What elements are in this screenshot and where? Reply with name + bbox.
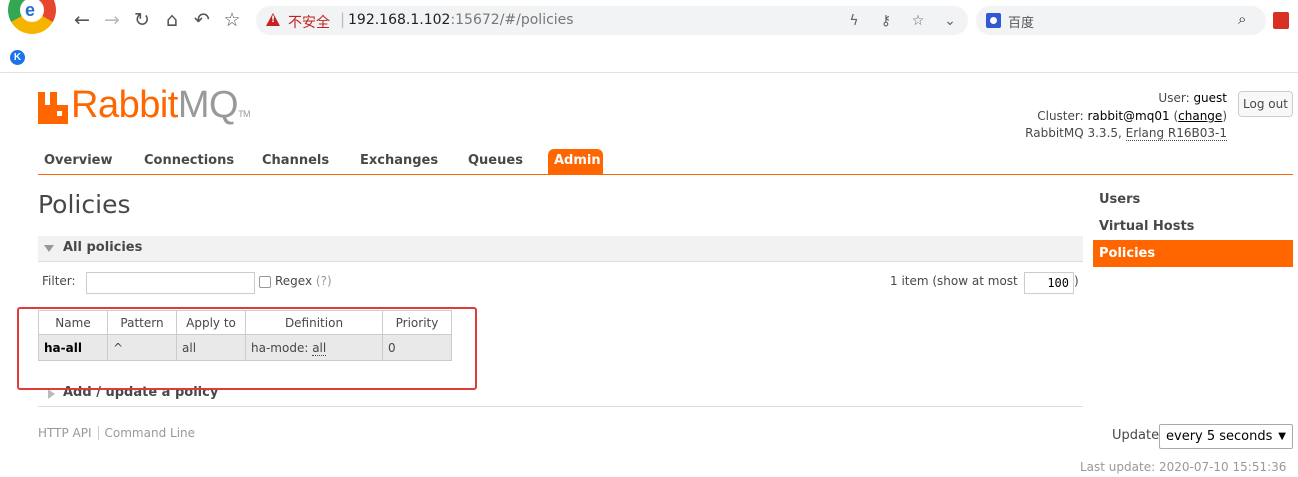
tab-exchanges[interactable]: Exchanges	[360, 149, 438, 175]
logo-tm: TM	[238, 109, 251, 119]
user-value: guest	[1193, 91, 1227, 105]
back-arrow-icon[interactable]: ←	[71, 9, 93, 31]
url-text[interactable]: 192.168.1.102:15672/#/policies	[348, 12, 574, 28]
star-icon[interactable]: ☆	[908, 11, 928, 31]
regex-label: Regex	[275, 274, 313, 288]
logout-button[interactable]: Log out	[1238, 91, 1293, 117]
regex-help-link[interactable]: (?)	[316, 274, 332, 288]
browser-toolbar: e ← → ↻ ⌂ ↶ ☆ 不安全 | 192.168.1.102:15672/…	[0, 0, 1298, 41]
filter-input[interactable]	[86, 272, 255, 294]
command-line-link[interactable]: Command Line	[97, 426, 196, 440]
sidebar-item-policies[interactable]: Policies	[1093, 240, 1293, 267]
browser-logo-icon: e	[8, 0, 56, 34]
limit-close-paren: )	[1074, 274, 1079, 288]
sidebar-item-virtual-hosts[interactable]: Virtual Hosts	[1093, 213, 1293, 240]
tab-admin[interactable]: Admin	[548, 149, 603, 175]
tab-queues[interactable]: Queues	[468, 149, 523, 175]
logo-rabbit: Rabbit	[71, 84, 178, 126]
update-interval-select[interactable]: every 5 seconds ▼	[1159, 424, 1293, 449]
search-icon[interactable]: ⌕	[1238, 10, 1246, 28]
bookmark-k-icon[interactable]: K	[10, 50, 25, 65]
page-title: Policies	[38, 190, 131, 219]
warning-icon	[266, 13, 280, 26]
last-update: Last update: 2020-07-10 15:51:36	[1080, 460, 1287, 474]
cluster-value: rabbit@mq01	[1087, 108, 1170, 123]
item-count: 1 item (show at most	[890, 274, 1018, 288]
cluster-label: Cluster:	[1037, 108, 1084, 123]
footer-links: HTTP API Command Line	[38, 426, 196, 440]
regex-label-wrap: Regex (?)	[275, 274, 332, 288]
highlight-annotation	[17, 307, 477, 390]
search-engine-label: 百度	[1008, 16, 1035, 31]
address-bar[interactable]: 不安全 | 192.168.1.102:15672/#/policies ϟ ⚷…	[256, 6, 968, 35]
sidebar-item-users[interactable]: Users	[1093, 186, 1293, 213]
update-label: Update	[1112, 428, 1160, 443]
tab-channels[interactable]: Channels	[262, 149, 329, 175]
chevron-down-icon[interactable]: ⌄	[940, 11, 960, 31]
baidu-paw-icon	[986, 13, 1001, 28]
main-tabs: Overview Connections Channels Exchanges …	[38, 148, 1293, 175]
http-api-link[interactable]: HTTP API	[38, 426, 98, 440]
url-path: :15672/#/policies	[450, 12, 574, 28]
erlang-version: Erlang R16B03-1	[1125, 126, 1227, 141]
search-box[interactable]: 百度 ⌕	[976, 6, 1266, 35]
user-label: User:	[1158, 91, 1190, 105]
logo-mq: MQ	[177, 84, 239, 126]
home-icon[interactable]: ⌂	[161, 9, 183, 31]
change-cluster-link[interactable]: change	[1178, 109, 1222, 123]
triangle-right-icon	[48, 389, 55, 399]
all-policies-title: All policies	[63, 240, 143, 255]
undo-icon[interactable]: ↶	[191, 9, 213, 31]
login-info: User: guest Cluster: rabbit@mq01 (change…	[1025, 91, 1227, 141]
filter-label: Filter:	[42, 274, 76, 288]
logo-text: RabbitMQTM	[71, 84, 251, 127]
lightning-icon[interactable]: ϟ	[844, 11, 864, 31]
bookmarks-bar: K	[0, 41, 1298, 73]
version-label: RabbitMQ 3.3.5,	[1025, 126, 1122, 140]
url-host: 192.168.1.102	[348, 12, 451, 28]
triangle-down-icon	[44, 245, 54, 252]
page-size-input[interactable]	[1024, 272, 1074, 294]
insecure-label: 不安全	[288, 15, 330, 31]
extension-icon[interactable]	[1273, 12, 1289, 29]
rabbit-logo-icon	[38, 92, 68, 124]
update-interval-value: every 5 seconds	[1166, 429, 1273, 444]
bookmark-star-icon[interactable]: ☆	[221, 9, 243, 31]
tab-overview[interactable]: Overview	[44, 149, 113, 175]
all-policies-section-header[interactable]: All policies	[38, 236, 1083, 262]
url-separator: |	[340, 10, 346, 28]
regex-checkbox[interactable]	[259, 276, 271, 288]
dropdown-arrow-icon: ▼	[1278, 431, 1286, 442]
reload-icon[interactable]: ↻	[131, 9, 153, 31]
key-icon[interactable]: ⚷	[876, 11, 896, 31]
forward-arrow-icon[interactable]: →	[101, 9, 123, 31]
tab-connections[interactable]: Connections	[144, 149, 234, 175]
